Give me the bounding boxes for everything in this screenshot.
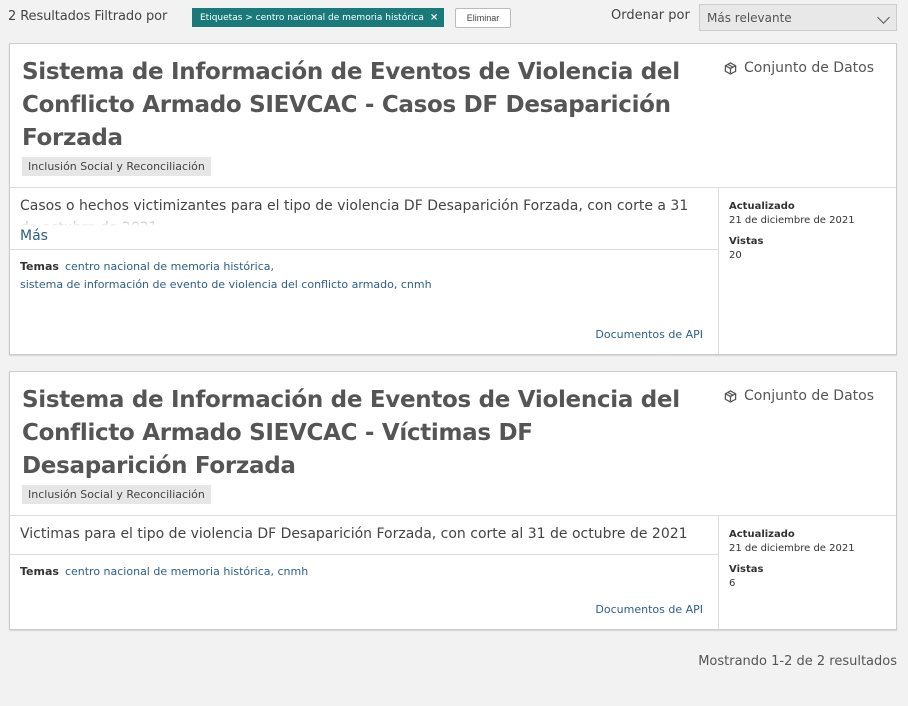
filter-chip-tag[interactable]: Etiquetas > centro nacional de memoria h… xyxy=(192,8,445,27)
topics-label: Temas xyxy=(20,565,59,578)
sort-selected-value: Más relevante xyxy=(707,10,792,25)
results-toolbar: 2 Resultados Filtrado por Etiquetas > ce… xyxy=(0,0,908,36)
updated-value: 21 de diciembre de 2021 xyxy=(729,543,855,554)
more-link[interactable]: Más xyxy=(10,226,718,246)
result-card: Sistema de Información de Eventos de Vio… xyxy=(9,371,897,630)
dataset-title[interactable]: Sistema de Información de Eventos de Vio… xyxy=(22,384,682,483)
dataset-title[interactable]: Sistema de Información de Eventos de Vio… xyxy=(22,56,682,155)
card-header: Sistema de Información de Eventos de Vio… xyxy=(10,372,896,516)
views-label: Vistas xyxy=(729,236,764,247)
updated-value: 21 de diciembre de 2021 xyxy=(729,215,855,226)
topics-row: Temas centro nacional de memoria históric… xyxy=(10,554,718,581)
card-metadata: Actualizado 21 de diciembre de 2021 Vist… xyxy=(719,188,896,354)
chevron-down-icon xyxy=(877,11,890,24)
filter-chip-label: Etiquetas > centro nacional de memoria h… xyxy=(200,12,424,23)
category-badge[interactable]: Inclusión Social y Reconciliación xyxy=(22,157,211,176)
card-body: Casos o hechos victimizantes para el tip… xyxy=(10,188,896,354)
views-value: 20 xyxy=(729,250,742,261)
category-badge[interactable]: Inclusión Social y Reconciliación xyxy=(22,485,211,504)
dataset-type-label: Conjunto de Datos xyxy=(744,60,875,76)
views-value: 6 xyxy=(729,578,736,589)
clear-filters-button[interactable]: Eliminar xyxy=(455,8,511,28)
cube-icon xyxy=(724,61,737,75)
card-main: Victimas para el tipo de violencia DF De… xyxy=(10,516,719,629)
updated-label: Actualizado xyxy=(729,529,795,540)
remove-filter-icon[interactable]: × xyxy=(430,12,438,23)
pagination-summary: Mostrando 1-2 de 2 resultados xyxy=(698,654,897,669)
topic-link[interactable]: centro nacional de memoria histórica, xyxy=(65,260,274,273)
card-metadata: Actualizado 21 de diciembre de 2021 Vist… xyxy=(719,516,896,629)
card-body: Victimas para el tipo de violencia DF De… xyxy=(10,516,896,629)
topics-label: Temas xyxy=(20,260,59,273)
card-main: Casos o hechos victimizantes para el tip… xyxy=(10,188,719,354)
dataset-description: Victimas para el tipo de violencia DF De… xyxy=(20,526,688,542)
api-docs-link[interactable]: Documentos de API xyxy=(595,603,703,616)
views-label: Vistas xyxy=(729,564,764,575)
dataset-type-label: Conjunto de Datos xyxy=(744,388,875,404)
dataset-type: Conjunto de Datos xyxy=(724,60,874,76)
api-docs-link[interactable]: Documentos de API xyxy=(595,328,703,341)
dataset-description: Casos o hechos victimizantes para el tip… xyxy=(20,198,689,226)
topics-row: Temas centro nacional de memoria históric… xyxy=(10,249,718,294)
sort-label: Ordenar por xyxy=(611,8,690,23)
sort-select[interactable]: Más relevante xyxy=(699,4,897,31)
result-card: Sistema de Información de Eventos de Vio… xyxy=(9,43,897,355)
results-count: 2 Resultados Filtrado por xyxy=(8,9,168,24)
updated-label: Actualizado xyxy=(729,201,795,212)
card-header: Sistema de Información de Eventos de Vio… xyxy=(10,44,896,188)
cube-icon xyxy=(724,389,737,403)
dataset-type: Conjunto de Datos xyxy=(724,388,874,404)
description-container: Casos o hechos victimizantes para el tip… xyxy=(10,188,718,226)
topic-link[interactable]: centro nacional de memoria histórica, cn… xyxy=(65,565,308,578)
topic-link[interactable]: sistema de información de evento de viol… xyxy=(20,278,432,291)
